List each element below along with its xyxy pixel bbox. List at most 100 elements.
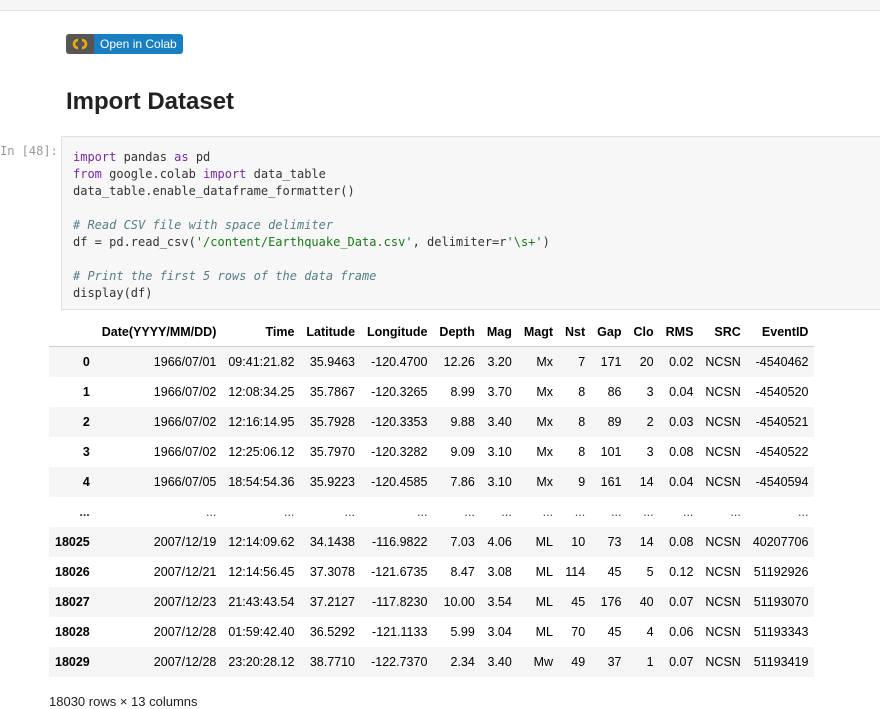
table-row: 1 1966/07/02 12:08:34.25 35.7867 -120.3265 8.… [49, 377, 814, 407]
table-cell: 01:59:42.40 [228, 625, 295, 639]
table-cell: -4540520 [755, 385, 809, 399]
table-cell: 37 [607, 655, 622, 669]
table-row: ........................................… [49, 497, 814, 527]
table-cell: -121.6735 [371, 565, 428, 579]
code-token: '\s+' [506, 235, 543, 249]
row-index: 0 [82, 355, 90, 369]
table-cell: 1 [646, 655, 654, 669]
column-header: Time [222, 318, 301, 347]
table-cell: 51193343 [753, 625, 809, 639]
table-cell: 5 [646, 565, 654, 579]
table-cell: 2007/12/28 [153, 625, 217, 639]
table-cell: Mx [536, 415, 554, 429]
code-line: # Read CSV file with space delimiter [73, 217, 880, 234]
code-editor[interactable]: import pandas as pd from google.colab imp… [62, 137, 880, 302]
code-token: pd [188, 150, 211, 164]
table-cell: 21:43:43.54 [228, 595, 295, 609]
table-cell: 14 [639, 535, 654, 549]
table-row: 18025 2007/12/19 12:14:09.62 34.1438 -116.98… [49, 527, 815, 557]
table-cell: -122.7370 [371, 655, 428, 669]
table-cell: NCSN [705, 415, 741, 429]
table-cell: ... [682, 505, 694, 519]
table-cell: NCSN [705, 565, 741, 579]
code-token: from [73, 167, 102, 181]
table-cell: 45 [571, 595, 586, 609]
table-cell: NCSN [705, 475, 741, 489]
table-cell: 3.04 [487, 625, 512, 639]
table-cell: NCSN [705, 355, 741, 369]
notebook-top-bar [0, 0, 880, 11]
table-cell: -4540462 [755, 355, 809, 369]
table-cell: 73 [607, 535, 622, 549]
column-header: Gap [591, 318, 628, 347]
table-cell: 5.99 [450, 625, 475, 639]
code-cell[interactable]: import pandas as pd from google.colab imp… [61, 136, 880, 310]
row-index: 18025 [55, 535, 90, 549]
table-cell: 114 [565, 565, 586, 579]
table-cell: 8.47 [450, 565, 475, 579]
table-row: 18028 2007/12/28 01:59:42.40 36.5292 -121.11… [49, 617, 814, 647]
table-cell: 40 [639, 595, 654, 609]
code-token: import [73, 150, 117, 164]
table-cell: ML [535, 535, 554, 549]
table-cell: 35.7928 [309, 415, 356, 429]
column-header: EventID [746, 318, 815, 347]
row-index: 1 [82, 385, 90, 399]
code-line: data_table.enable_dataframe_formatter() [73, 183, 880, 200]
code-token: # Read CSV file with space delimiter [73, 218, 334, 232]
table-cell: 49 [571, 655, 586, 669]
row-index: 18028 [55, 625, 90, 639]
row-index: ... [79, 505, 90, 519]
table-cell: 0.08 [669, 445, 694, 459]
table-cell: ML [535, 625, 554, 639]
table-cell: -121.1133 [372, 625, 428, 639]
table-cell: 8 [578, 385, 586, 399]
table-cell: 10 [571, 535, 586, 549]
column-header: RMS [659, 318, 700, 347]
row-index: 4 [82, 475, 90, 489]
table-cell: -120.4585 [371, 475, 428, 489]
table-cell: ... [344, 505, 356, 519]
table-cell: 14 [639, 475, 654, 489]
table-cell: 9.09 [450, 445, 475, 459]
table-cell: NCSN [705, 595, 741, 609]
table-cell: 35.7867 [309, 385, 356, 399]
table-cell: NCSN [705, 535, 741, 549]
table-cell: 0.04 [669, 475, 694, 489]
table-cell: 171 [600, 355, 622, 369]
table-cell: 2007/12/21 [153, 565, 217, 579]
open-in-colab-badge[interactable]: Open in Colab [66, 34, 183, 54]
table-cell: 3 [646, 445, 654, 459]
table-cell: 8.99 [450, 385, 475, 399]
table-cell: 7 [578, 355, 586, 369]
index-header [49, 318, 96, 347]
table-row: 0 1966/07/01 09:41:21.82 35.9463 -120.4700 12… [49, 346, 815, 377]
table-cell: 1966/07/02 [153, 445, 217, 459]
code-token: google.colab [101, 167, 204, 181]
table-cell: NCSN [705, 385, 741, 399]
table-cell: 7.03 [450, 535, 475, 549]
table-cell: 10.00 [443, 595, 475, 609]
table-cell: 2007/12/19 [153, 535, 217, 549]
table-row: 2 1966/07/02 12:16:14.95 35.7928 -120.3353 9.… [49, 407, 815, 437]
table-cell: 3.20 [487, 355, 512, 369]
code-token: import [203, 167, 247, 181]
code-token: '/content/Earthquake_Data.csv' [195, 235, 413, 249]
page-title: Import Dataset [66, 88, 235, 115]
row-index: 18027 [55, 595, 90, 609]
table-cell: 70 [571, 625, 586, 639]
table-cell: 89 [607, 415, 622, 429]
table-cell: ... [283, 505, 295, 519]
table-row: 18026 2007/12/21 12:14:56.45 37.3078 -121.67… [49, 557, 814, 587]
table-cell: 40207706 [752, 535, 809, 549]
dataframe-table: Date(YYYY/MM/DD) Time Latitude Longitude Dep… [49, 318, 815, 677]
table-cell: Mw [533, 655, 554, 669]
table-cell: 176 [600, 595, 622, 609]
table-cell: -4540594 [755, 475, 809, 489]
table-cell: Mx [536, 355, 554, 369]
table-cell: 3.70 [487, 385, 512, 399]
table-cell: 161 [600, 475, 622, 489]
table-cell: 0.08 [669, 535, 694, 549]
code-line: # Print the first 5 rows of the data fra… [73, 268, 880, 285]
